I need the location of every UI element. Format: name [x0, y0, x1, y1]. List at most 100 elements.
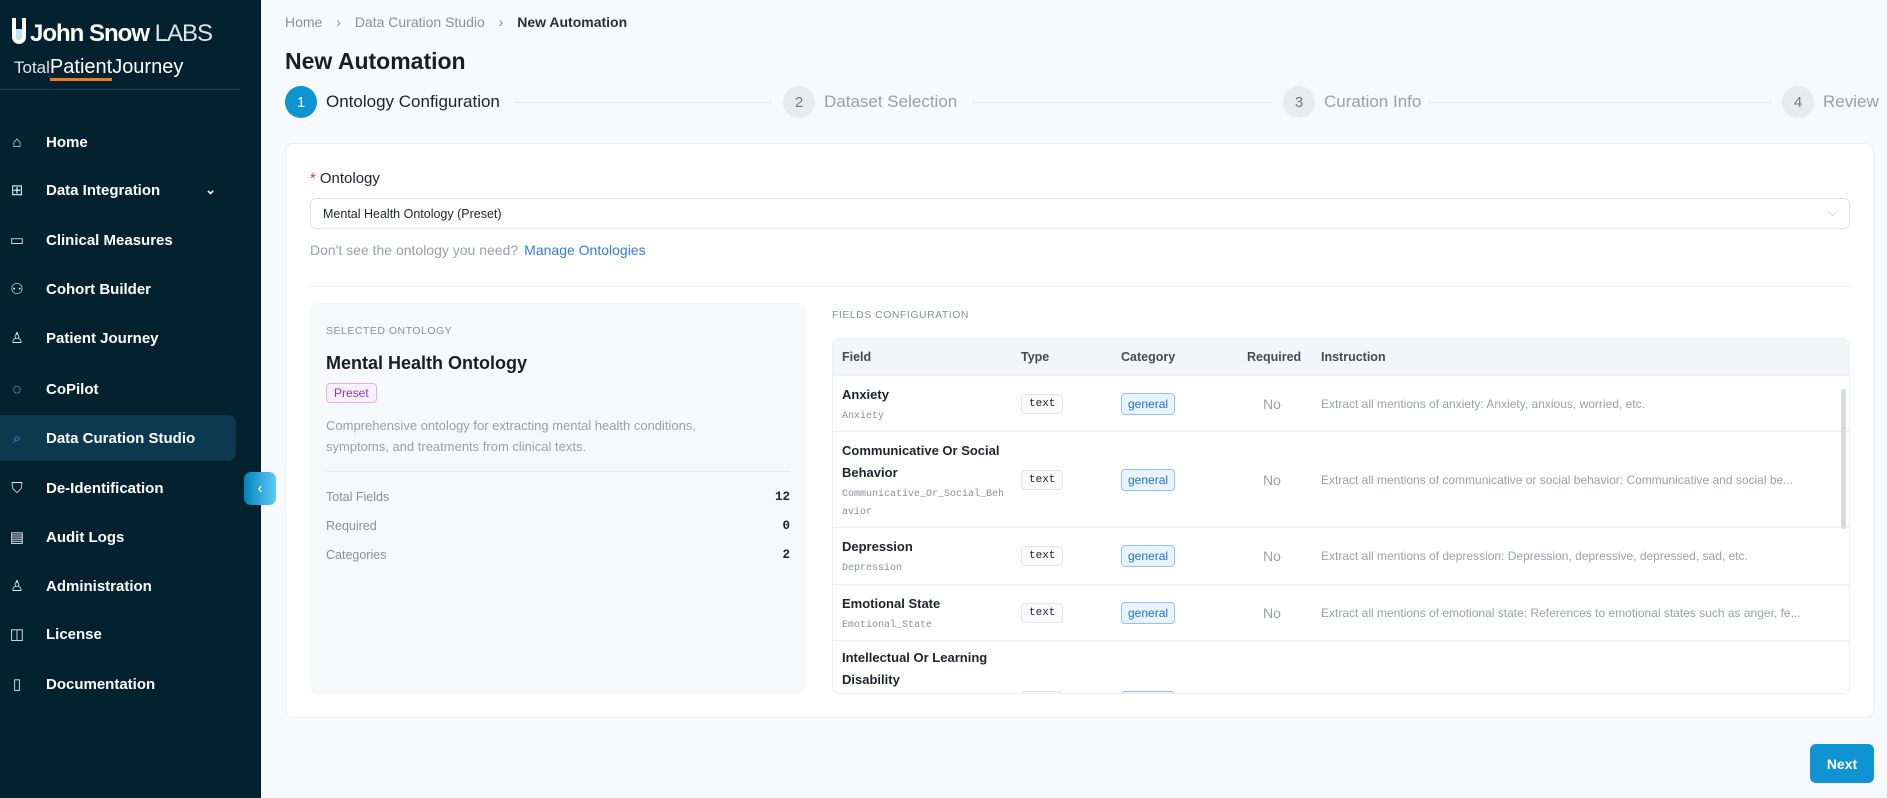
- field-label: Intellectual Or Learning Disability: [842, 650, 988, 687]
- nav-icon: ▤: [9, 529, 25, 546]
- sidebar-item-de-identification[interactable]: ⛉ De-Identification: [0, 465, 236, 511]
- breadcrumb-home[interactable]: Home: [285, 14, 322, 30]
- step-connector: [514, 102, 772, 103]
- table-row: Intellectual Or Learning Disability Intel…: [833, 640, 1849, 694]
- sidebar-item-label: Home: [46, 133, 88, 151]
- selected-ontology-heading: SELECTED ONTOLOGY: [326, 325, 453, 337]
- step-ontology-configuration: 1 Ontology Configuration: [285, 86, 500, 118]
- step-label: Curation Info: [1324, 92, 1422, 111]
- ontology-select-value: Mental Health Ontology (Preset): [323, 207, 502, 221]
- instruction-text: Extract all mentions of emotional state:…: [1321, 605, 1801, 620]
- required-value: No: [1263, 691, 1281, 693]
- fields-configuration-heading: FIELDS CONFIGURATION: [832, 309, 969, 321]
- field-key: Anxiety: [842, 411, 885, 422]
- selected-ontology-panel: SELECTED ONTOLOGY Mental Health Ontology…: [310, 303, 806, 694]
- instruction-text: Extract all mentions of intellectual or …: [1321, 691, 1829, 693]
- field-key: Depression: [842, 563, 903, 574]
- sidebar-item-label: Clinical Measures: [46, 231, 173, 249]
- stat-value: 2: [782, 547, 790, 562]
- stat-label: Categories: [326, 547, 387, 562]
- logo-name: John Snow: [30, 20, 150, 47]
- step-label: Dataset Selection: [824, 92, 958, 111]
- sidebar-item-label: Administration: [46, 577, 152, 595]
- page-title: New Automation: [285, 48, 466, 74]
- table-header: Field Type Category Required Instruction: [833, 339, 1849, 375]
- stat-value: 12: [774, 489, 790, 504]
- sidebar-item-patient-journey[interactable]: ♙ Patient Journey: [0, 315, 236, 361]
- step-label: Ontology Configuration: [326, 92, 500, 111]
- sidebar-item-label: Data Curation Studio: [46, 429, 196, 447]
- field-label: Anxiety: [842, 387, 889, 402]
- type-tag: text: [1021, 469, 1064, 490]
- manage-ontologies-link[interactable]: Manage Ontologies: [524, 242, 645, 258]
- sidebar-item-documentation[interactable]: ▯ Documentation: [0, 661, 236, 707]
- nav-icon: ⚇: [10, 281, 24, 298]
- chevron-down-icon[interactable]: ⌄: [205, 182, 216, 198]
- category-tag: general: [1121, 468, 1176, 491]
- breadcrumb: Home › Data Curation Studio › New Automa…: [285, 14, 637, 30]
- collapse-sidebar-button[interactable]: ‹: [244, 472, 276, 505]
- stat-total-fields: Total Fields 12: [326, 482, 790, 511]
- sidebar-item-data-curation-studio[interactable]: ⌕ Data Curation Studio: [0, 415, 236, 461]
- sidebar-item-label: De-Identification: [46, 479, 164, 497]
- nav-icon: ♙: [10, 578, 24, 595]
- nav-icon: ◫: [9, 626, 25, 643]
- next-button[interactable]: Next: [1810, 744, 1874, 783]
- table-row: Emotional State Emotional_State text genera…: [833, 584, 1849, 640]
- table-scrollbar[interactable]: [1841, 389, 1846, 529]
- type-tag: text: [1021, 691, 1064, 693]
- sidebar-item-audit-logs[interactable]: ▤ Audit Logs: [0, 514, 236, 560]
- field-key: Intellectual_Or_Learning_Disability: [842, 693, 1007, 694]
- sidebar-item-data-integration[interactable]: ⊞ Data Integration ⌄: [0, 167, 236, 213]
- breadcrumb-separator-icon: ›: [336, 14, 341, 30]
- sidebar-item-home[interactable]: ⌂ Home: [0, 119, 236, 165]
- nav-icon: ⊞: [10, 182, 24, 199]
- selected-ontology-name: Mental Health Ontology: [326, 353, 528, 373]
- preset-badge: Preset: [326, 383, 377, 403]
- category-tag: general: [1121, 691, 1176, 693]
- column-type: Type: [1021, 350, 1050, 364]
- sidebar-item-label: Data Integration: [46, 181, 161, 199]
- breadcrumb-data-curation-studio[interactable]: Data Curation Studio: [355, 14, 485, 30]
- nav-icon: ◌: [12, 380, 22, 398]
- sidebar-item-label: Audit Logs: [46, 528, 125, 546]
- sidebar-item-cohort-builder[interactable]: ⚇ Cohort Builder: [0, 266, 236, 312]
- field-name: Anxiety Anxiety: [842, 384, 1007, 426]
- field-key: Communicative_Or_Social_Behavior: [842, 489, 1005, 518]
- stat-required: Required 0: [326, 511, 790, 540]
- help-text: Don't see the ontology you need?: [310, 242, 519, 258]
- logo-total: Total: [14, 58, 50, 77]
- step-connector: [972, 102, 1272, 103]
- field-key: Emotional_State: [842, 620, 933, 631]
- sidebar-item-administration[interactable]: ♙ Administration: [0, 563, 236, 609]
- category-tag: general: [1121, 392, 1176, 415]
- sidebar-item-clinical-measures[interactable]: ▭ Clinical Measures: [0, 217, 236, 263]
- required-marker: *: [310, 170, 316, 187]
- nav-icon: ⌂: [12, 133, 22, 151]
- sidebar-item-label: Cohort Builder: [46, 280, 151, 298]
- required-value: No: [1263, 471, 1281, 488]
- chevron-left-icon: ‹: [257, 479, 263, 497]
- logo-patient: Patient: [49, 56, 113, 81]
- column-category: Category: [1121, 350, 1176, 364]
- ontology-label: * Ontology: [310, 170, 380, 187]
- column-field: Field: [842, 350, 872, 364]
- sidebar-item-copilot[interactable]: ◌ CoPilot: [0, 366, 236, 412]
- required-value: No: [1263, 395, 1281, 412]
- stat-label: Total Fields: [326, 489, 390, 504]
- step-number: 3: [1283, 86, 1315, 118]
- step-review: 4 Review: [1782, 86, 1879, 118]
- type-tag: text: [1021, 602, 1064, 623]
- instruction-text: Extract all mentions of communicative or…: [1321, 472, 1794, 487]
- sidebar-item-license[interactable]: ◫ License: [0, 611, 236, 657]
- required-value: No: [1263, 548, 1281, 564]
- logo-journey: Journey: [112, 56, 184, 78]
- required-value: No: [1263, 604, 1281, 621]
- step-label: Review: [1823, 92, 1879, 111]
- step-connector: [1428, 102, 1772, 103]
- field-name: Emotional State Emotional_State: [842, 593, 1007, 635]
- table-row: Depression Depression text general No Extract…: [833, 527, 1849, 584]
- step-dataset-selection: 2 Dataset Selection: [783, 86, 957, 118]
- ontology-select[interactable]: Mental Health Ontology (Preset) ⌵: [310, 198, 1850, 229]
- stat-value: 0: [782, 518, 790, 533]
